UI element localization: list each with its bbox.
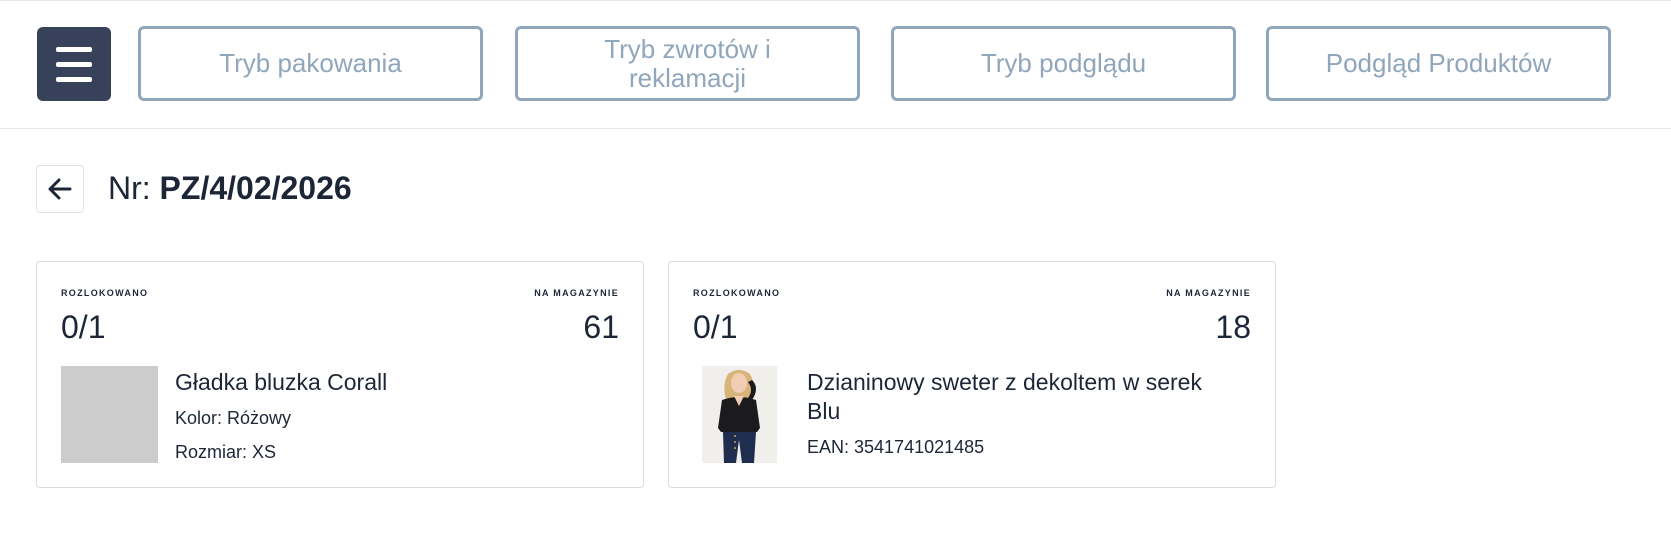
mode-button-preview[interactable]: Tryb podglądu [891, 26, 1236, 101]
product-photo-icon [702, 366, 777, 463]
stock-value: 18 [1215, 309, 1251, 345]
document-number-label: Nr: [108, 170, 151, 206]
stock-label: NA MAGAZYNIE [534, 288, 619, 298]
stock-value: 61 [583, 309, 619, 345]
product-name: Dzianinowy sweter z dekoltem w serek Blu [807, 369, 1202, 424]
product-card[interactable]: ROZLOKOWANO NA MAGAZYNIE 0/1 18 Dzianino… [668, 261, 1276, 488]
allocated-value: 0/1 [61, 309, 106, 345]
menu-button[interactable] [37, 27, 111, 101]
product-ean: EAN: 3541741021485 [807, 437, 985, 457]
hamburger-icon [56, 46, 92, 52]
top-toolbar: Tryb pakowania Tryb zwrotów i reklamacji… [0, 0, 1671, 129]
allocated-label: ROZLOKOWANO [61, 288, 149, 298]
mode-button-returns[interactable]: Tryb zwrotów i reklamacji [515, 26, 860, 101]
product-card[interactable]: ROZLOKOWANO NA MAGAZYNIE 0/1 61 Gładka b… [36, 261, 644, 488]
allocated-value: 0/1 [693, 309, 738, 345]
allocated-label: ROZLOKOWANO [693, 288, 781, 298]
product-image-placeholder [61, 366, 158, 463]
product-size: Rozmiar: XS [175, 442, 277, 462]
product-name: Gładka bluzka Corall [175, 369, 388, 395]
mode-button-product-preview[interactable]: Podgląd Produktów [1266, 26, 1611, 101]
arrow-left-icon [48, 178, 72, 200]
product-color: Kolor: Różowy [175, 408, 292, 428]
hamburger-icon-line [56, 76, 92, 82]
product-image [702, 366, 777, 463]
stock-label: NA MAGAZYNIE [1166, 288, 1251, 298]
document-number: PZ/4/02/2026 [159, 170, 352, 206]
mode-button-packing[interactable]: Tryb pakowania [138, 26, 483, 101]
hamburger-icon-line [56, 61, 92, 67]
back-button[interactable] [36, 165, 84, 213]
page-title: Nr: PZ/4/02/2026 [108, 168, 352, 208]
